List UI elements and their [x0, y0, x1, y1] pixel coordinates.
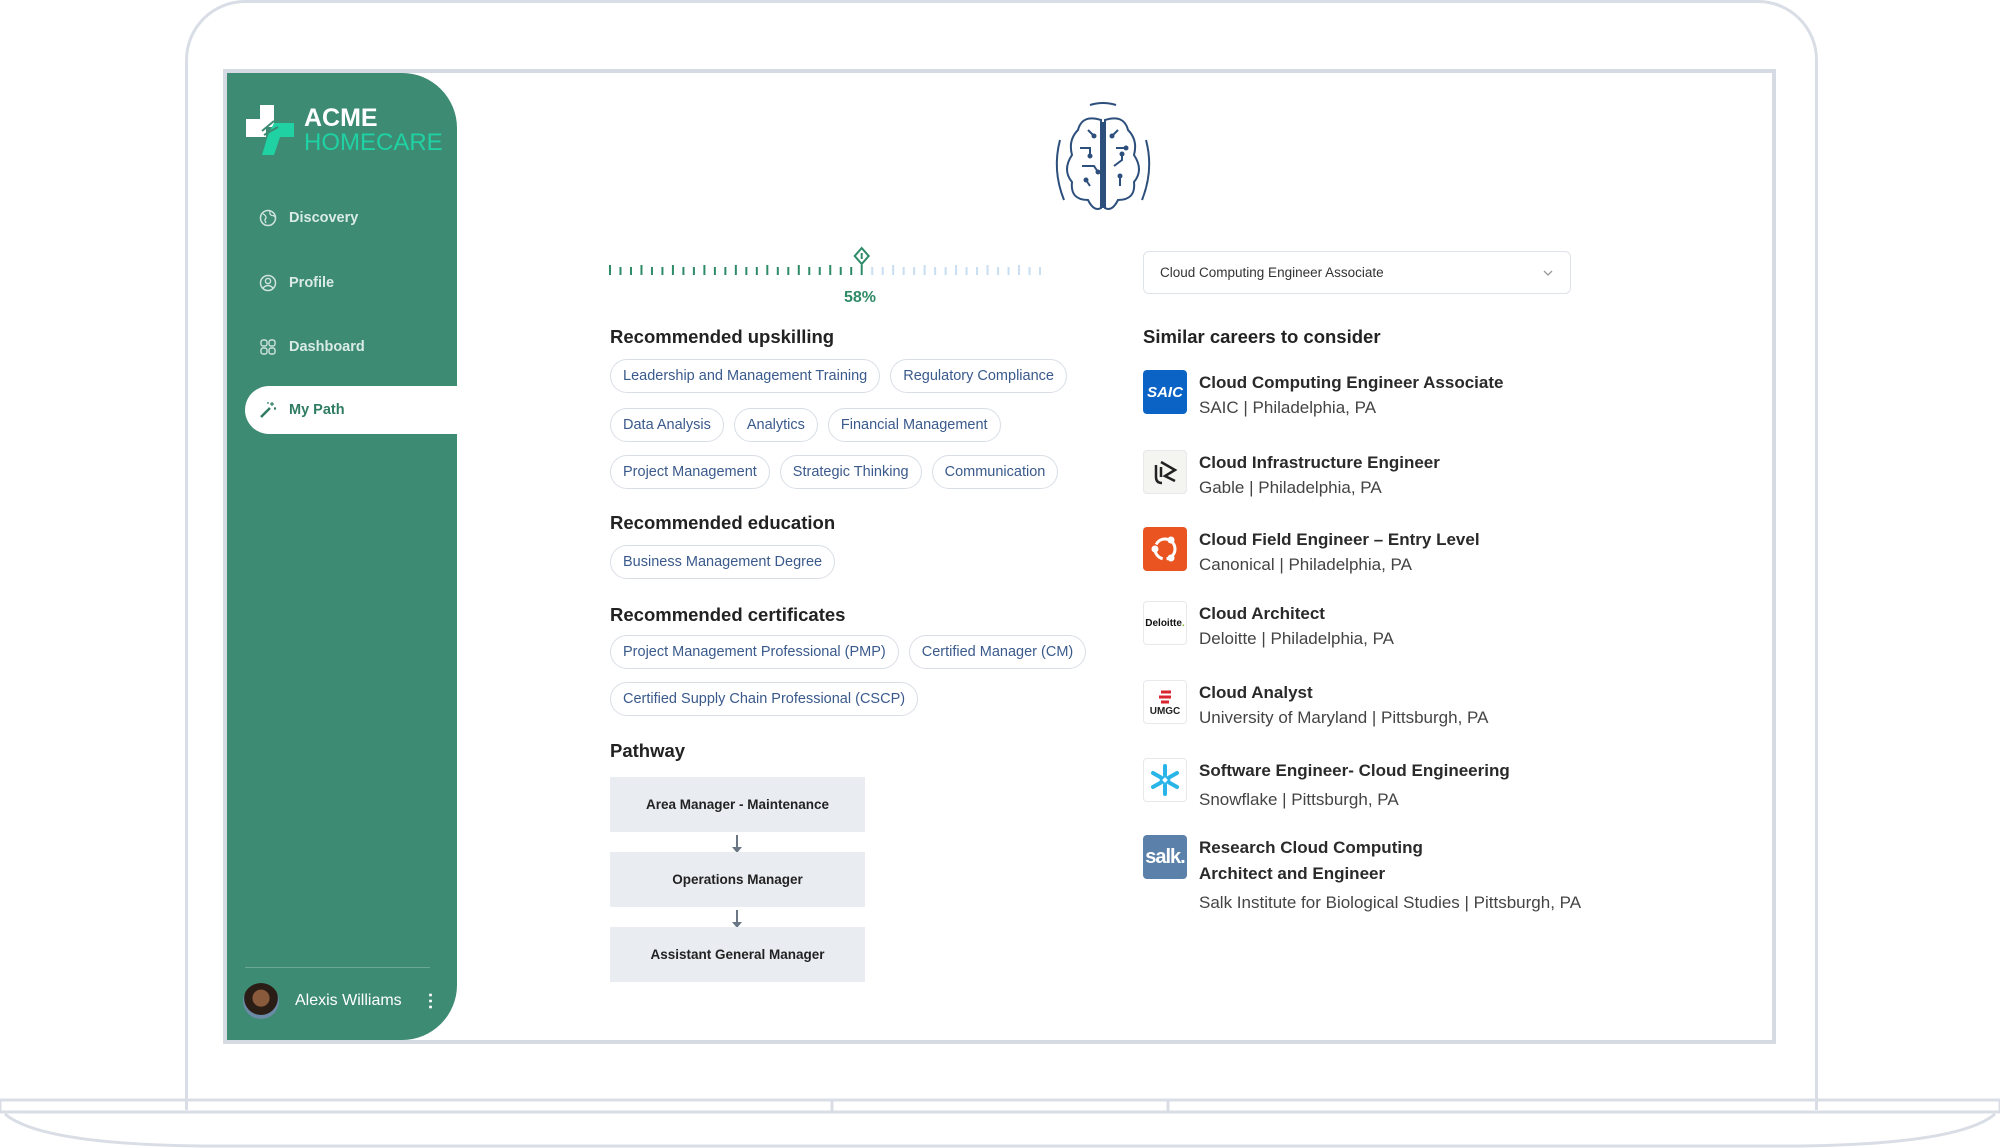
- gable-logo: [1143, 450, 1187, 494]
- education-heading: Recommended education: [610, 512, 836, 533]
- career-title: Cloud Analyst: [1199, 683, 1313, 702]
- career-item[interactable]: salk. Research Cloud Computing Architect…: [1143, 835, 1581, 915]
- sidebar-item-label: Profile: [289, 275, 335, 291]
- laptop-base: [0, 1098, 2000, 1148]
- career-subtitle: SAIC | Philadelphia, PA: [1199, 398, 1377, 417]
- skill-chip[interactable]: Analytics: [733, 408, 818, 442]
- sidebar-item-label: Dashboard: [289, 339, 365, 355]
- pathway-step[interactable]: Area Manager - Maintenance: [610, 777, 865, 832]
- skill-chip[interactable]: Data Analysis: [610, 408, 724, 442]
- pathway-step[interactable]: Operations Manager: [610, 852, 865, 907]
- globe-icon: [259, 209, 277, 227]
- skill-chip[interactable]: Project Management Professional (PMP): [610, 635, 899, 669]
- pathway-heading: Pathway: [610, 740, 686, 761]
- more-options-icon[interactable]: ⋯: [421, 992, 441, 1010]
- chip-row: Leadership and Management Training Regula…: [610, 359, 1067, 393]
- sidebar-item-dashboard[interactable]: Dashboard: [245, 323, 457, 371]
- chip-row: Project Management Professional (PMP) Cer…: [610, 635, 1087, 669]
- sidebar-item-my-path[interactable]: My Path: [245, 386, 457, 434]
- magic-wand-icon: [260, 402, 276, 418]
- career-select-value: Cloud Computing Engineer Associate: [1160, 265, 1384, 280]
- user-name: Alexis Williams: [295, 992, 402, 1009]
- career-select[interactable]: Cloud Computing Engineer Associate: [1143, 251, 1571, 294]
- sidebar: ACME HOMECARE Discovery Profile Dashboar…: [227, 73, 457, 1040]
- skill-chip[interactable]: Project Management: [610, 455, 770, 489]
- progress-ruler: [609, 246, 1041, 275]
- brand-subname: HOMECARE: [304, 128, 443, 156]
- arrow-down-icon: [732, 835, 742, 853]
- career-title: Cloud Field Engineer – Entry Level: [1199, 530, 1480, 549]
- divider: [245, 967, 430, 968]
- career-title: Cloud Computing Engineer Associate: [1199, 373, 1504, 392]
- career-title: Software Engineer- Cloud Engineering: [1199, 761, 1510, 780]
- career-item[interactable]: Cloud Field Engineer – Entry Level Canoni…: [1143, 527, 1480, 577]
- skill-chip[interactable]: Financial Management: [827, 408, 1001, 442]
- brain-circuit-icon: [1055, 102, 1151, 210]
- career-item[interactable]: SAIC Cloud Computing Engineer Associate S…: [1143, 370, 1503, 420]
- medical-cross-hands-icon: [246, 105, 294, 155]
- skill-chip[interactable]: Certified Manager (CM): [908, 635, 1087, 669]
- skill-chip[interactable]: Communication: [931, 455, 1059, 489]
- brand-logo[interactable]: ACME HOMECARE: [246, 105, 443, 155]
- chip-row: Certified Supply Chain Professional (CSC…: [610, 682, 919, 716]
- sidebar-item-label: Discovery: [289, 210, 359, 226]
- career-subtitle: Gable | Philadelphia, PA: [1199, 478, 1382, 497]
- avatar: [243, 983, 279, 1019]
- sidebar-item-discovery[interactable]: Discovery: [245, 194, 457, 242]
- sidebar-item-label: My Path: [289, 402, 345, 418]
- progress-percent: 58%: [843, 289, 877, 306]
- snowflake-logo: [1143, 758, 1187, 802]
- career-item[interactable]: UMGC Cloud Analyst University of Maryland…: [1143, 680, 1488, 730]
- certificates-heading: Recommended certificates: [610, 604, 846, 625]
- chip-row: Business Management Degree: [610, 545, 836, 579]
- pathway-step[interactable]: Assistant General Manager: [610, 927, 865, 982]
- arrow-down-icon: [732, 910, 742, 928]
- career-item[interactable]: Cloud Infrastructure Engineer Gable | Phi…: [1143, 450, 1440, 500]
- career-item[interactable]: Software Engineer- Cloud Engineering Snow…: [1143, 758, 1510, 812]
- sidebar-item-profile[interactable]: Profile: [245, 259, 457, 307]
- umgc-logo: UMGC: [1143, 680, 1187, 724]
- user-circle-icon: [259, 274, 277, 292]
- skill-chip[interactable]: Regulatory Compliance: [890, 359, 1067, 393]
- career-title: Cloud Architect: [1199, 604, 1325, 623]
- deloitte-logo: Deloitte.: [1143, 601, 1187, 645]
- career-subtitle: Deloitte | Philadelphia, PA: [1199, 629, 1394, 648]
- chip-row: Project Management Strategic Thinking Comm…: [610, 455, 1059, 489]
- career-item[interactable]: Deloitte. Cloud Architect Deloitte | Phil…: [1143, 601, 1394, 651]
- salk-logo: salk.: [1143, 835, 1187, 879]
- skill-chip[interactable]: Certified Supply Chain Professional (CSC…: [610, 682, 919, 716]
- career-subtitle: University of Maryland | Pittsburgh, PA: [1199, 708, 1489, 727]
- skill-chip[interactable]: Business Management Degree: [610, 545, 836, 579]
- chevron-down-icon: [1543, 270, 1553, 276]
- career-title: Research Cloud Computing Architect and E…: [1199, 838, 1423, 883]
- brand-name: ACME: [304, 103, 378, 132]
- skill-chip[interactable]: Strategic Thinking: [779, 455, 922, 489]
- saic-logo: SAIC: [1143, 370, 1187, 414]
- similar-careers-heading: Similar careers to consider: [1143, 326, 1381, 347]
- skill-chip[interactable]: Leadership and Management Training: [610, 359, 881, 393]
- upskilling-heading: Recommended upskilling: [610, 326, 835, 347]
- progress-marker-icon[interactable]: [853, 246, 871, 266]
- chip-row: Data Analysis Analytics Financial Manageme…: [610, 408, 1001, 442]
- career-title: Cloud Infrastructure Engineer: [1199, 453, 1440, 472]
- career-subtitle: Snowflake | Pittsburgh, PA: [1199, 790, 1399, 809]
- grid-icon: [260, 339, 276, 355]
- career-subtitle: Salk Institute for Biological Studies | …: [1199, 893, 1582, 912]
- canonical-logo: [1143, 527, 1187, 571]
- career-subtitle: Canonical | Philadelphia, PA: [1199, 555, 1412, 574]
- user-profile[interactable]: Alexis Williams ⋯: [243, 983, 441, 1019]
